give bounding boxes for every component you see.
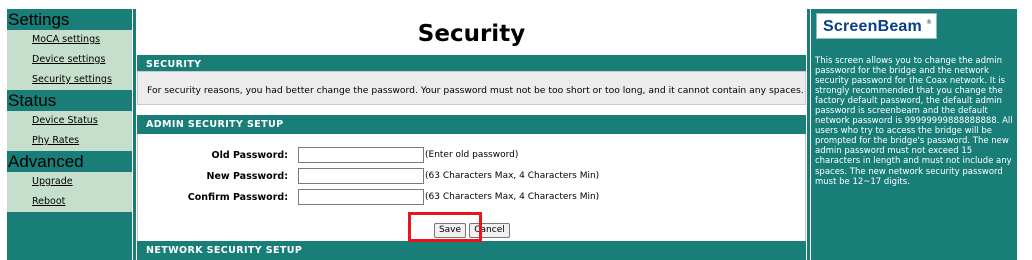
sidebar-nav: Settings MoCA settings Device settings S…: [7, 9, 132, 260]
nav-link-security-settings[interactable]: Security settings: [7, 70, 132, 90]
screenbeam-logo: ScreenBeam ®: [816, 13, 937, 39]
nav-link-device-settings[interactable]: Device settings: [7, 50, 132, 70]
cancel-button[interactable]: Cancel: [469, 223, 510, 238]
form-row-confirm-password: Confirm Password: (63 Characters Max, 4 …: [138, 189, 807, 207]
form-row-new-password: New Password: (63 Characters Max, 4 Char…: [138, 168, 807, 186]
old-password-field[interactable]: [298, 147, 424, 163]
section-header-admin-security: ADMIN SECURITY SETUP: [137, 115, 806, 134]
confirm-password-label: Confirm Password:: [187, 192, 288, 203]
help-panel: ScreenBeam ® This screen allows you to c…: [811, 9, 1017, 260]
security-note: For security reasons, you had better cha…: [147, 85, 804, 96]
help-text: This screen allows you to change the adm…: [815, 56, 1013, 187]
new-password-field[interactable]: [298, 168, 424, 184]
form-row-old-password: Old Password: (Enter old password): [138, 147, 807, 165]
new-password-hint: (63 Characters Max, 4 Characters Min): [425, 171, 600, 181]
nav-link-device-status[interactable]: Device Status: [7, 111, 132, 131]
save-button[interactable]: Save: [434, 223, 466, 238]
main-content: Security SECURITY For security reasons, …: [133, 9, 810, 260]
nav-header-advanced: Advanced: [7, 151, 132, 172]
nav-link-phy-rates[interactable]: Phy Rates: [7, 131, 132, 151]
main-content-inner: Security SECURITY For security reasons, …: [136, 9, 807, 260]
form-button-row: Save Cancel: [138, 223, 807, 240]
nav-group-status: Device Status Phy Rates: [7, 111, 132, 151]
old-password-label: Old Password:: [211, 150, 288, 161]
new-password-label: New Password:: [206, 171, 289, 182]
page-title: Security: [417, 21, 526, 47]
sidebar-fill: [7, 212, 132, 222]
security-note-box: For security reasons, you had better cha…: [137, 71, 806, 105]
confirm-password-hint: (63 Characters Max, 4 Characters Min): [425, 192, 600, 202]
admin-security-form: Old Password: (Enter old password) New P…: [137, 134, 806, 241]
nav-group-settings: MoCA settings Device settings Security s…: [7, 30, 132, 90]
nav-link-moca-settings[interactable]: MoCA settings: [7, 30, 132, 50]
old-password-hint: (Enter old password): [425, 150, 519, 160]
registered-mark: ®: [926, 19, 932, 26]
brand-name: ScreenBeam: [823, 18, 922, 35]
nav-link-upgrade[interactable]: Upgrade: [7, 172, 132, 192]
section-header-network-security: NETWORK SECURITY SETUP: [137, 241, 806, 260]
nav-header-settings: Settings: [7, 9, 132, 30]
nav-header-status: Status: [7, 90, 132, 111]
confirm-password-field[interactable]: [298, 189, 424, 205]
nav-link-reboot[interactable]: Reboot: [7, 192, 132, 212]
nav-group-advanced: Upgrade Reboot: [7, 172, 132, 212]
